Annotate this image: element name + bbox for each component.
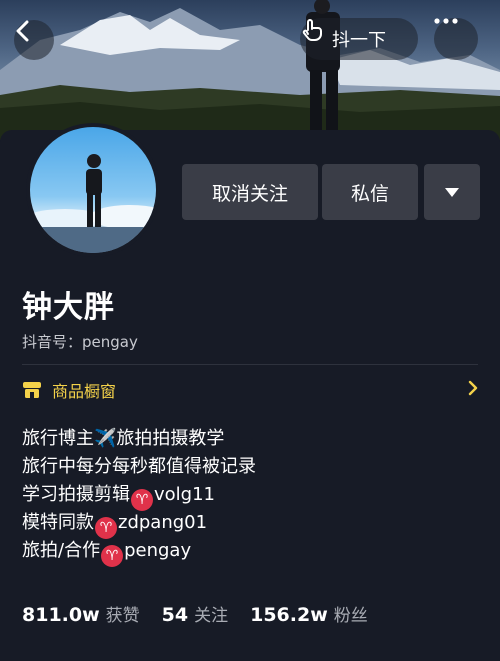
ellipsis-icon xyxy=(434,18,458,24)
profile-stats: 811.0w 获赞 54 关注 156.2w 粉丝 xyxy=(22,601,390,626)
douyin-id-label: 抖音号： xyxy=(22,333,83,351)
aries-icon: ♈ xyxy=(95,517,117,539)
back-button[interactable] xyxy=(14,20,54,60)
profile-banner: 抖一下 xyxy=(0,0,500,140)
chevron-left-icon xyxy=(16,20,29,42)
profile-name: 钟大胖 xyxy=(22,290,115,325)
douyin-id: 抖音号：pengay xyxy=(22,331,138,352)
bio-text: 学习拍摄剪辑 xyxy=(22,484,130,505)
bio-text: 旅拍拍摄教学 xyxy=(116,428,225,449)
hand-pointer-icon xyxy=(302,19,322,41)
fans-count[interactable]: 156.2w xyxy=(250,604,328,626)
likes-count[interactable]: 811.0w xyxy=(22,604,100,626)
message-label: 私信 xyxy=(350,182,389,205)
divider xyxy=(22,364,478,365)
airplane-icon: ✈️ xyxy=(94,428,117,449)
avatar-image xyxy=(30,127,156,253)
following-label: 关注 xyxy=(194,606,229,626)
bio-text: volg11 xyxy=(154,484,215,505)
bio-line: 旅拍/合作 ♈ pengay xyxy=(22,537,482,567)
bio-line: 模特同款 ♈ zdpang01 xyxy=(22,509,482,539)
bio-text: 旅拍/合作 xyxy=(22,540,101,561)
likes-label: 获赞 xyxy=(105,606,140,626)
mountain-landscape-image xyxy=(0,0,500,140)
triangle-down-icon xyxy=(445,187,459,197)
chevron-right-icon xyxy=(468,380,478,396)
bio-line: 旅行中每分每秒都值得被记录 xyxy=(22,453,482,481)
bio-text: 模特同款 xyxy=(22,512,94,533)
bio-line: 学习拍摄剪辑 ♈ volg11 xyxy=(22,481,482,511)
bio: 旅行博主✈️旅拍拍摄教学 旅行中每分每秒都值得被记录 学习拍摄剪辑 ♈ volg11… xyxy=(22,425,482,567)
shop-icon xyxy=(23,382,41,398)
bio-text: 旅行博主 xyxy=(22,428,94,449)
shop-window-row[interactable]: 商品橱窗 xyxy=(22,376,480,404)
message-button[interactable]: 私信 xyxy=(322,164,418,220)
aries-icon: ♈ xyxy=(131,489,153,511)
poke-button[interactable]: 抖一下 xyxy=(300,18,418,60)
poke-label: 抖一下 xyxy=(332,30,386,51)
fans-label: 粉丝 xyxy=(333,606,368,626)
avatar[interactable] xyxy=(26,123,160,257)
more-button[interactable] xyxy=(434,18,478,60)
following-count[interactable]: 54 xyxy=(162,604,188,626)
recommend-dropdown-button[interactable] xyxy=(424,164,480,220)
douyin-id-value: pengay xyxy=(82,333,138,351)
bio-text: zdpang01 xyxy=(118,512,208,533)
unfollow-button[interactable]: 取消关注 xyxy=(182,164,318,220)
bio-line: 旅行博主✈️旅拍拍摄教学 xyxy=(22,425,482,453)
shop-window-label: 商品橱窗 xyxy=(52,382,117,401)
unfollow-label: 取消关注 xyxy=(211,182,288,205)
bio-text: pengay xyxy=(124,540,192,561)
aries-icon: ♈ xyxy=(101,545,124,567)
bio-text: 旅行中每分每秒都值得被记录 xyxy=(22,456,256,477)
